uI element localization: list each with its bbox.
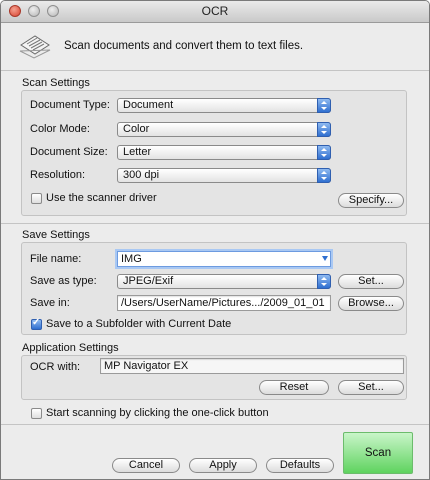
save-settings-heading: Save Settings bbox=[22, 229, 90, 241]
close-window-button[interactable] bbox=[9, 5, 21, 17]
resolution-select[interactable]: 300 dpi bbox=[117, 168, 331, 183]
one-click-start-checkbox[interactable] bbox=[31, 408, 42, 419]
defaults-button[interactable]: Defaults bbox=[266, 458, 334, 473]
save-in-label: Save in: bbox=[30, 297, 70, 309]
color-mode-label: Color Mode: bbox=[30, 123, 90, 135]
checkmark-icon: ✓ bbox=[32, 317, 41, 328]
save-in-path-field[interactable]: /Users/UserName/Pictures.../2009_01_01 bbox=[117, 295, 331, 311]
window-title: OCR bbox=[201, 4, 229, 18]
zoom-window-button[interactable] bbox=[47, 5, 59, 17]
resolution-value: 300 dpi bbox=[123, 169, 160, 181]
document-size-value: Letter bbox=[123, 146, 152, 158]
file-name-value: IMG bbox=[121, 253, 142, 265]
popup-arrow-icon bbox=[317, 98, 331, 113]
document-size-label: Document Size: bbox=[30, 146, 108, 158]
popup-arrow-icon bbox=[317, 122, 331, 137]
resolution-label: Resolution: bbox=[30, 169, 86, 181]
ocr-with-label: OCR with: bbox=[30, 361, 81, 373]
document-size-select[interactable]: Letter bbox=[117, 145, 331, 160]
file-name-field[interactable]: IMG bbox=[117, 251, 331, 267]
cancel-button[interactable]: Cancel bbox=[112, 458, 180, 473]
browse-button[interactable]: Browse... bbox=[338, 296, 404, 311]
ocr-with-field: MP Navigator EX bbox=[100, 358, 404, 374]
popup-arrow-icon bbox=[317, 168, 331, 183]
reset-button[interactable]: Reset bbox=[259, 380, 329, 395]
use-scanner-driver-label: Use the scanner driver bbox=[46, 192, 157, 204]
save-as-type-select[interactable]: JPEG/Exif bbox=[117, 274, 331, 289]
scan-settings-heading: Scan Settings bbox=[22, 77, 90, 89]
footer-divider bbox=[1, 424, 429, 425]
ocr-dialog-window: OCR Scan documents and convert them to t… bbox=[0, 0, 430, 480]
color-mode-value: Color bbox=[123, 123, 150, 135]
application-set-button[interactable]: Set... bbox=[338, 380, 404, 395]
popup-arrow-icon bbox=[317, 274, 331, 289]
use-scanner-driver-checkbox[interactable] bbox=[31, 193, 42, 204]
minimize-window-button[interactable] bbox=[28, 5, 40, 17]
header-description: Scan documents and convert them to text … bbox=[64, 40, 304, 52]
save-subfolder-checkbox[interactable]: ✓ bbox=[31, 317, 42, 330]
document-type-value: Document bbox=[123, 99, 174, 111]
save-as-type-value: JPEG/Exif bbox=[123, 275, 174, 287]
ocr-document-icon bbox=[19, 35, 51, 59]
combo-arrow-icon[interactable] bbox=[322, 256, 328, 261]
scan-settings-divider bbox=[1, 223, 429, 224]
specify-button[interactable]: Specify... bbox=[338, 193, 404, 208]
document-type-label: Document Type: bbox=[30, 99, 110, 111]
document-type-select[interactable]: Document bbox=[117, 98, 331, 113]
apply-button[interactable]: Apply bbox=[189, 458, 257, 473]
scan-button[interactable]: Scan bbox=[343, 432, 413, 474]
save-subfolder-label: Save to a Subfolder with Current Date bbox=[46, 318, 232, 330]
header-divider bbox=[1, 70, 429, 71]
popup-arrow-icon bbox=[317, 145, 331, 160]
color-mode-select[interactable]: Color bbox=[117, 122, 331, 137]
save-type-set-button[interactable]: Set... bbox=[338, 274, 404, 289]
application-settings-heading: Application Settings bbox=[22, 342, 119, 354]
file-name-label: File name: bbox=[30, 253, 82, 265]
save-as-type-label: Save as type: bbox=[30, 275, 97, 287]
title-bar[interactable]: OCR bbox=[1, 1, 429, 23]
one-click-start-label: Start scanning by clicking the one-click… bbox=[46, 407, 269, 419]
